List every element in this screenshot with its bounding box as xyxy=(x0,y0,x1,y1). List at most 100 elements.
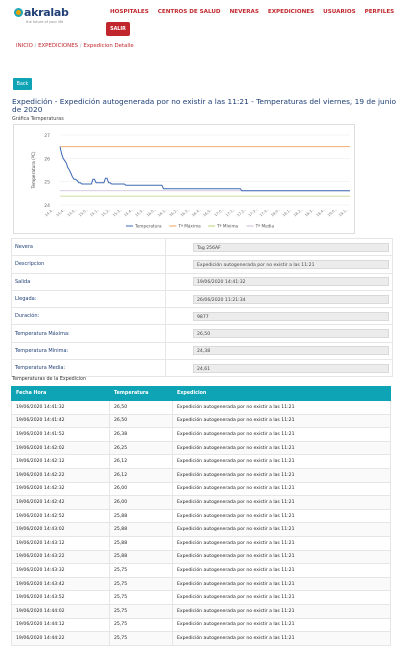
x-tick-label: 18:1.. xyxy=(282,208,293,218)
info-label: Temperatura Mínima: xyxy=(11,341,166,361)
col-expedicion[interactable]: Expedicion xyxy=(172,386,391,401)
legend-label: Tª Mínima xyxy=(216,224,239,229)
info-value-cell: 9877 xyxy=(165,307,393,326)
expedition-info-table: Nevera Tag 256AF Descripcion Expedición aut… xyxy=(11,237,393,378)
info-value-cell: 24,61 xyxy=(165,359,393,378)
cell-fecha-hora: 19/06/2020 14:43:12 xyxy=(11,535,110,551)
cell-temperatura: 25,75 xyxy=(109,603,173,619)
info-row: Temperatura Mínima: 24,38 xyxy=(11,341,393,361)
legend-label: Temperatura xyxy=(134,224,162,229)
nav-expediciones[interactable]: EXPEDICIONES xyxy=(268,9,314,15)
breadcrumb-current: Expedicion Detalle xyxy=(83,43,134,49)
cell-temperatura: 25,88 xyxy=(109,522,173,537)
info-row: Descripcion Expedición autogenerada por n… xyxy=(11,255,393,274)
brand-logo[interactable]: akralab the future of your life xyxy=(14,6,76,30)
info-label: Llegada: xyxy=(11,289,166,309)
x-tick-label: 16:1.. xyxy=(157,208,168,218)
cell-temperatura: 26,12 xyxy=(109,454,173,469)
info-row: Salida 19/06/2020 14:41:32 xyxy=(11,272,393,291)
x-tick-label: 14:4.. xyxy=(44,208,55,218)
logo-mark-icon xyxy=(14,8,23,17)
breadcrumb-separator: / xyxy=(79,43,82,49)
x-tick-label: 19:0.. xyxy=(327,208,338,218)
breadcrumb-expediciones[interactable]: EXPEDICIONES xyxy=(38,43,78,49)
cell-temperatura: 25,75 xyxy=(109,590,173,605)
cell-temperatura: 26,50 xyxy=(109,400,173,415)
table-row: 19/06/2020 14:41:42 26,50 Expedición autog… xyxy=(11,413,391,429)
table-header-row: Fecha Hora Temperatura Expedicion xyxy=(11,386,391,401)
y-tick-label: 24 xyxy=(44,203,50,209)
legend-label: Tª Media xyxy=(255,224,275,229)
cell-expedicion: Expedición autogenerada por no existir a… xyxy=(172,481,391,497)
cell-fecha-hora: 19/06/2020 14:44:22 xyxy=(11,631,110,646)
nav-usuarios[interactable]: USUARIOS xyxy=(323,9,355,15)
cell-expedicion: Expedición autogenerada por no existir a… xyxy=(172,440,391,456)
table-row: 19/06/2020 14:44:22 25,75 Expedición autog… xyxy=(11,631,391,646)
col-fecha-hora[interactable]: Fecha Hora xyxy=(11,386,110,401)
info-value-cell: Tag 256AF xyxy=(165,237,393,257)
cell-temperatura: 26,25 xyxy=(109,440,173,456)
x-tick-label: 16:0.. xyxy=(146,208,157,218)
cell-expedicion: Expedición autogenerada por no existir a… xyxy=(172,522,391,537)
info-row: Temperatura Media: 24,61 xyxy=(11,359,393,378)
info-value: 19/06/2020 14:41:32 xyxy=(193,277,389,287)
info-value: Tag 256AF xyxy=(193,242,389,252)
info-label: Descripcion xyxy=(11,255,166,274)
table-row: 19/06/2020 14:43:42 25,75 Expedición autog… xyxy=(11,576,391,592)
table-row: 19/06/2020 14:43:12 25,88 Expedición autog… xyxy=(11,535,391,551)
info-value: 24,61 xyxy=(193,363,389,373)
cell-expedicion: Expedición autogenerada por no existir a… xyxy=(172,631,391,646)
cell-expedicion: Expedición autogenerada por no existir a… xyxy=(172,549,391,565)
table-row: 19/06/2020 14:42:12 26,12 Expedición autog… xyxy=(11,454,391,469)
x-tick-label: 15:3.. xyxy=(112,208,123,218)
main-nav: HOSPITALES CENTROS DE SALUD NEVERAS EXPE… xyxy=(110,9,394,15)
cell-expedicion: Expedición autogenerada por no existir a… xyxy=(172,454,391,469)
brand-tagline: the future of your life xyxy=(26,20,64,24)
x-tick-label: 15:5.. xyxy=(135,208,146,218)
cell-temperatura: 25,75 xyxy=(109,631,173,646)
table-row: 19/06/2020 14:43:52 25,75 Expedición autog… xyxy=(11,590,391,605)
nav-neveras[interactable]: NEVERAS xyxy=(230,9,259,15)
info-value-cell: Expedición autogenerada por no existir a… xyxy=(165,255,393,274)
back-button[interactable]: Back xyxy=(13,78,32,90)
x-tick-label: 14:5.. xyxy=(67,208,78,218)
x-tick-label: 15:2.. xyxy=(101,208,112,218)
series-line-temperatura xyxy=(59,146,350,192)
col-temperatura[interactable]: Temperatura xyxy=(109,386,173,401)
temperatures-table: Fecha Hora Temperatura Expedicion 19/06/… xyxy=(11,386,391,646)
breadcrumb-separator: / xyxy=(34,43,37,49)
cell-temperatura: 25,88 xyxy=(109,549,173,565)
cell-fecha-hora: 19/06/2020 14:42:52 xyxy=(11,508,110,524)
info-value-cell: 26,50 xyxy=(165,324,393,343)
y-tick-label: 25 xyxy=(44,180,50,186)
x-tick-label: 17:4.. xyxy=(259,208,270,218)
cell-expedicion: Expedición autogenerada por no existir a… xyxy=(172,590,391,605)
info-label: Temperatura Máxima: xyxy=(11,324,166,343)
info-value: 24,38 xyxy=(193,346,389,356)
cell-fecha-hora: 19/06/2020 14:42:02 xyxy=(11,440,110,456)
nav-centros-de-salud[interactable]: CENTROS DE SALUD xyxy=(158,9,221,15)
table-row: 19/06/2020 14:42:42 26,00 Expedición autog… xyxy=(11,495,391,510)
cell-fecha-hora: 19/06/2020 14:43:32 xyxy=(11,563,110,578)
legend-label: Tª Máxima xyxy=(177,224,201,229)
info-value-cell: 26/06/2020 11:21:34 xyxy=(165,289,393,309)
table-row: 19/06/2020 14:43:02 25,88 Expedición autog… xyxy=(11,522,391,537)
table-row: 19/06/2020 14:42:52 25,88 Expedición autog… xyxy=(11,508,391,524)
cell-fecha-hora: 19/06/2020 14:41:42 xyxy=(11,413,110,429)
breadcrumb-home[interactable]: INICIO xyxy=(16,43,33,49)
page-title: Expedición - Expedición autogenerada por… xyxy=(12,97,396,115)
x-tick-label: 19:1.. xyxy=(338,208,349,218)
info-value: 26,50 xyxy=(193,329,389,339)
x-tick-label: 16:2.. xyxy=(169,208,180,218)
cell-temperatura: 26,38 xyxy=(109,427,173,442)
nav-perfiles[interactable]: PERFILES xyxy=(365,9,395,15)
info-label: Nevera xyxy=(11,237,166,257)
x-tick-label: 17:1.. xyxy=(225,208,236,218)
logout-button[interactable]: SALIR xyxy=(106,22,130,36)
cell-fecha-hora: 19/06/2020 14:43:22 xyxy=(11,549,110,565)
x-tick-label: 16:4.. xyxy=(191,208,202,218)
x-tick-label: 17:2.. xyxy=(236,208,247,218)
nav-hospitales[interactable]: HOSPITALES xyxy=(110,9,149,15)
info-value: 9877 xyxy=(193,311,389,321)
cell-expedicion: Expedición autogenerada por no existir a… xyxy=(172,535,391,551)
